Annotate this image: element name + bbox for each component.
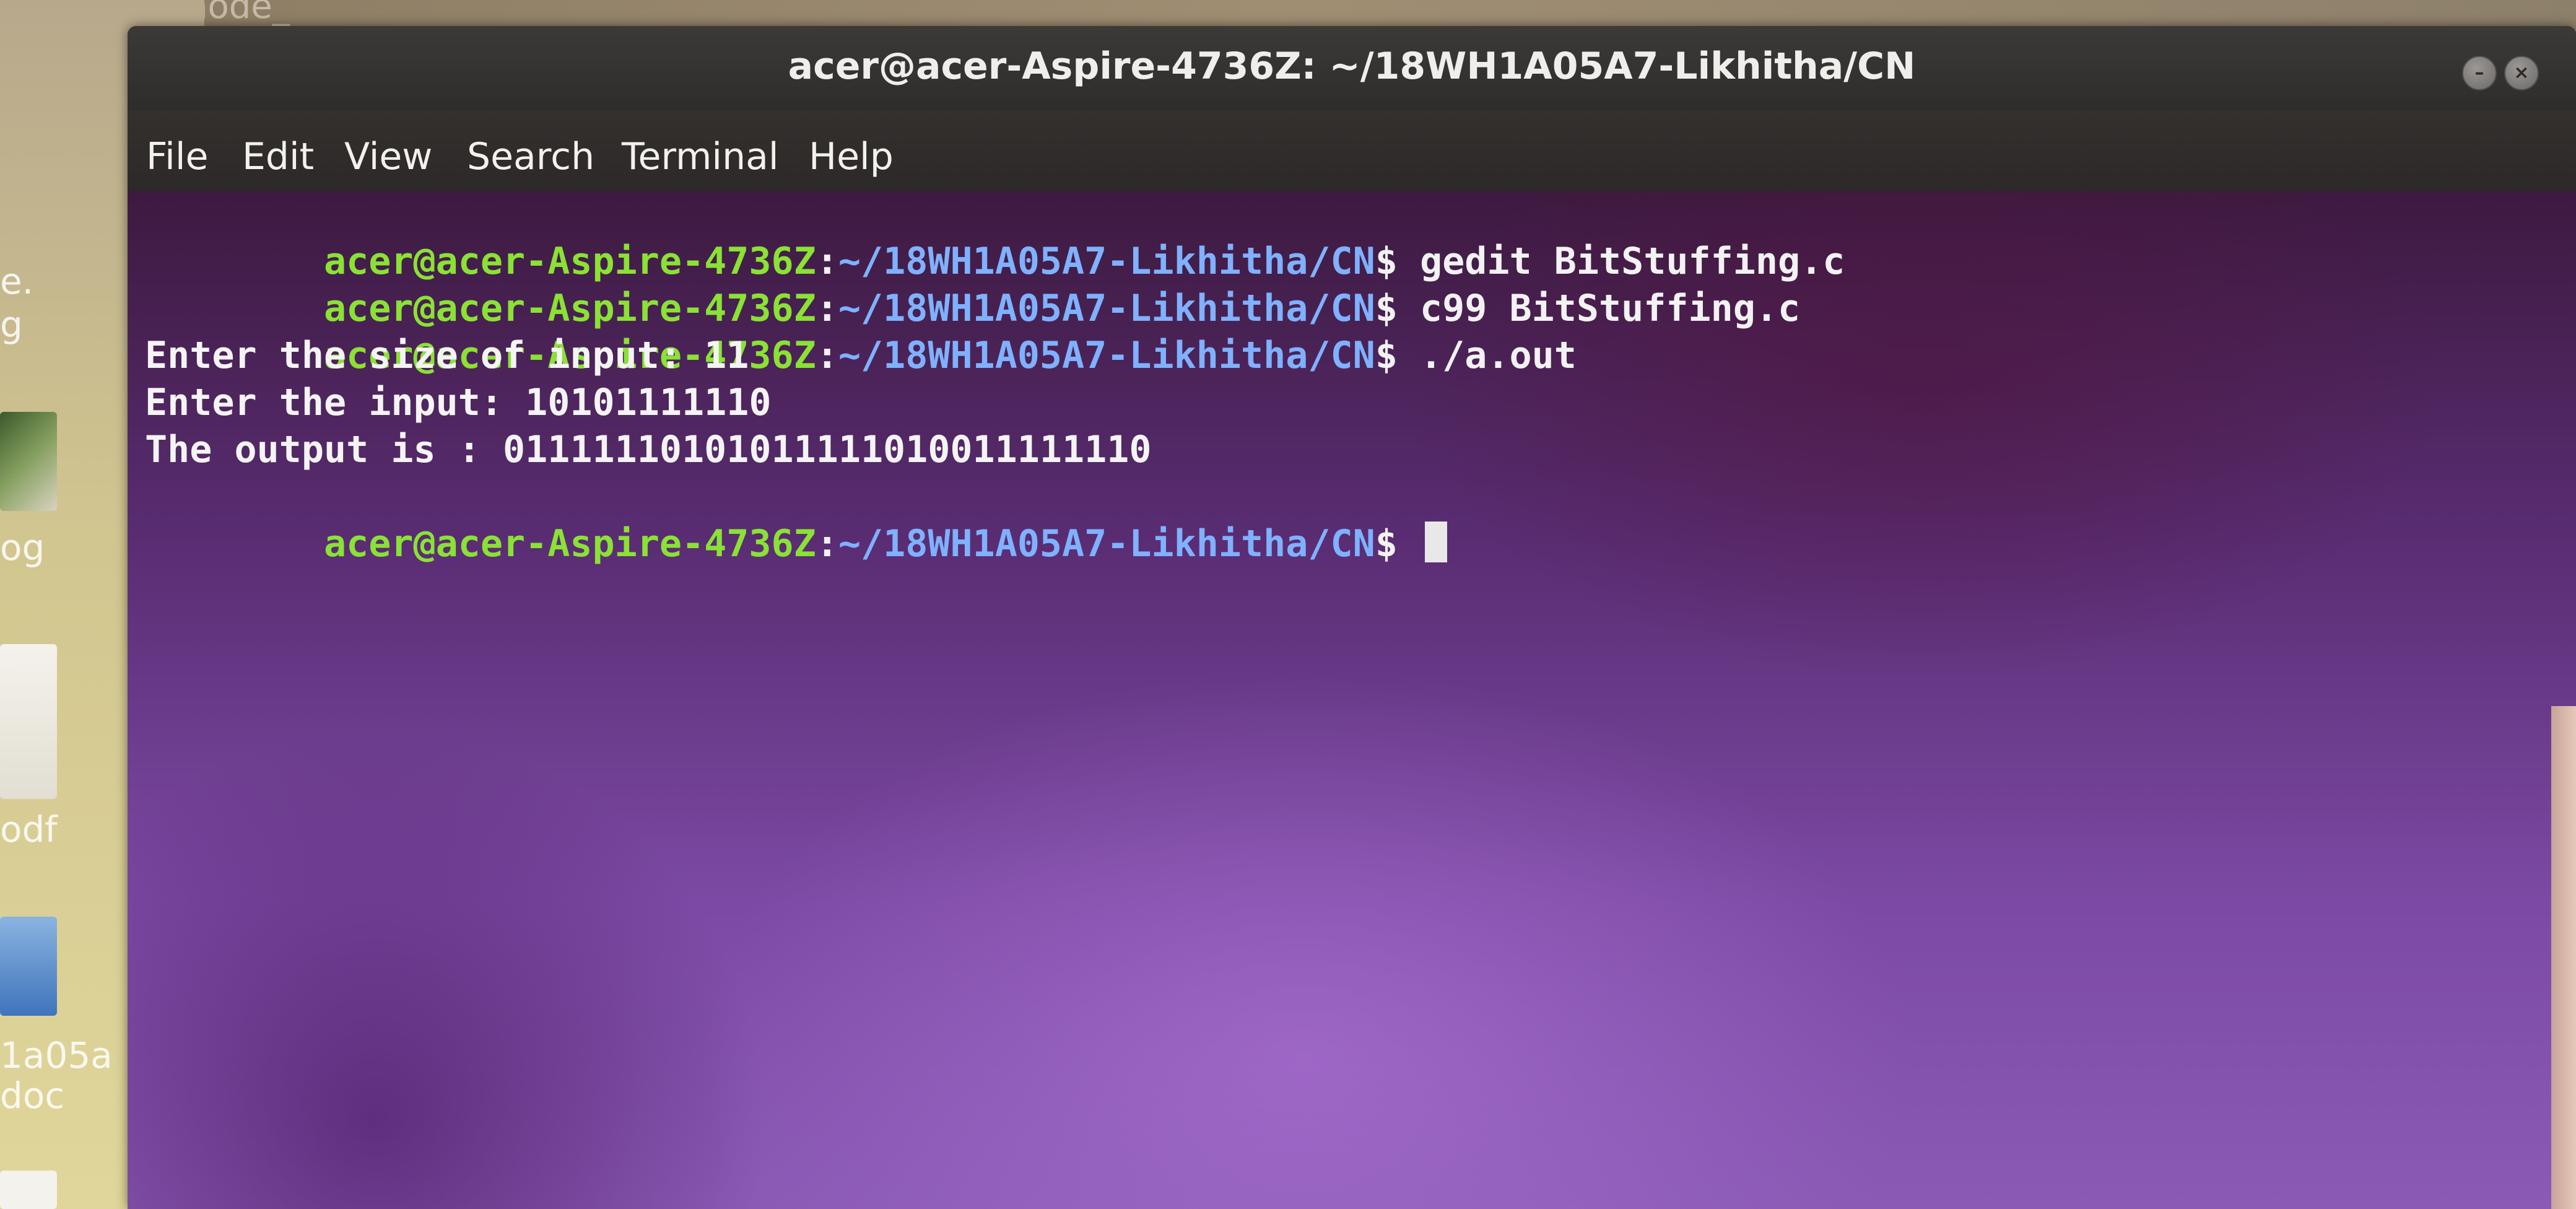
desktop-image-icon[interactable] xyxy=(0,412,57,511)
output-line: Enter the input: 10101111110 xyxy=(145,381,772,424)
desktop-label: g xyxy=(0,303,23,346)
prompt-colon: : xyxy=(816,522,838,565)
desktop-label: doc xyxy=(0,1075,65,1117)
prompt-path: ~/18WH1A05A7-Likhitha/CN xyxy=(838,334,1375,377)
prompt-dollar: $ xyxy=(1375,334,1398,377)
output-line: Enter the size of input: 11 xyxy=(145,334,749,377)
desktop-label: og xyxy=(0,526,45,569)
minimize-button[interactable]: – xyxy=(2462,56,2497,90)
menu-file[interactable]: File xyxy=(146,135,208,178)
desktop-document-icon[interactable] xyxy=(0,1171,57,1209)
scene-edge xyxy=(2551,706,2576,1209)
terminal-line-active: acer@acer-Aspire-4736Z:~/18WH1A05A7-Likh… xyxy=(145,473,1448,614)
photo-scene: node_ e. g og odf 1a05a doc acer@acer-As… xyxy=(0,0,2576,1209)
prompt-dollar: $ xyxy=(1375,522,1398,565)
menu-view[interactable]: View xyxy=(344,135,432,178)
minimize-icon: – xyxy=(2474,62,2484,84)
desktop-label: odf xyxy=(0,808,58,850)
desktop-label: e. xyxy=(0,260,34,302)
window-title: acer@acer-Aspire-4736Z: ~/18WH1A05A7-Lik… xyxy=(788,45,1916,88)
prompt-user: acer@acer-Aspire-4736Z xyxy=(323,522,816,565)
output-line: The output is : 011111101010111110100111… xyxy=(145,428,1152,471)
window-titlebar[interactable]: acer@acer-Aspire-4736Z: ~/18WH1A05A7-Lik… xyxy=(128,26,2576,110)
terminal-window: acer@acer-Aspire-4736Z: ~/18WH1A05A7-Lik… xyxy=(128,26,2576,1209)
terminal-output-area[interactable]: acer@acer-Aspire-4736Z:~/18WH1A05A7-Likh… xyxy=(128,191,2576,1209)
desktop-word-doc-icon[interactable] xyxy=(0,917,57,1016)
menubar: File Edit View Search Terminal Help xyxy=(128,110,2576,191)
menu-terminal[interactable]: Terminal xyxy=(622,135,779,178)
desktop-document-icon[interactable] xyxy=(0,644,57,799)
desktop-label: 1a05a xyxy=(0,1034,113,1076)
menu-help[interactable]: Help xyxy=(809,135,894,178)
command-text: ./a.out xyxy=(1420,334,1577,377)
menu-search[interactable]: Search xyxy=(467,135,594,178)
close-button[interactable]: × xyxy=(2504,56,2539,90)
prompt-colon: : xyxy=(816,334,838,377)
prompt-path: ~/18WH1A05A7-Likhitha/CN xyxy=(838,522,1375,565)
text-cursor[interactable] xyxy=(1425,522,1448,562)
menu-edit[interactable]: Edit xyxy=(242,135,314,178)
close-icon: × xyxy=(2513,62,2530,84)
